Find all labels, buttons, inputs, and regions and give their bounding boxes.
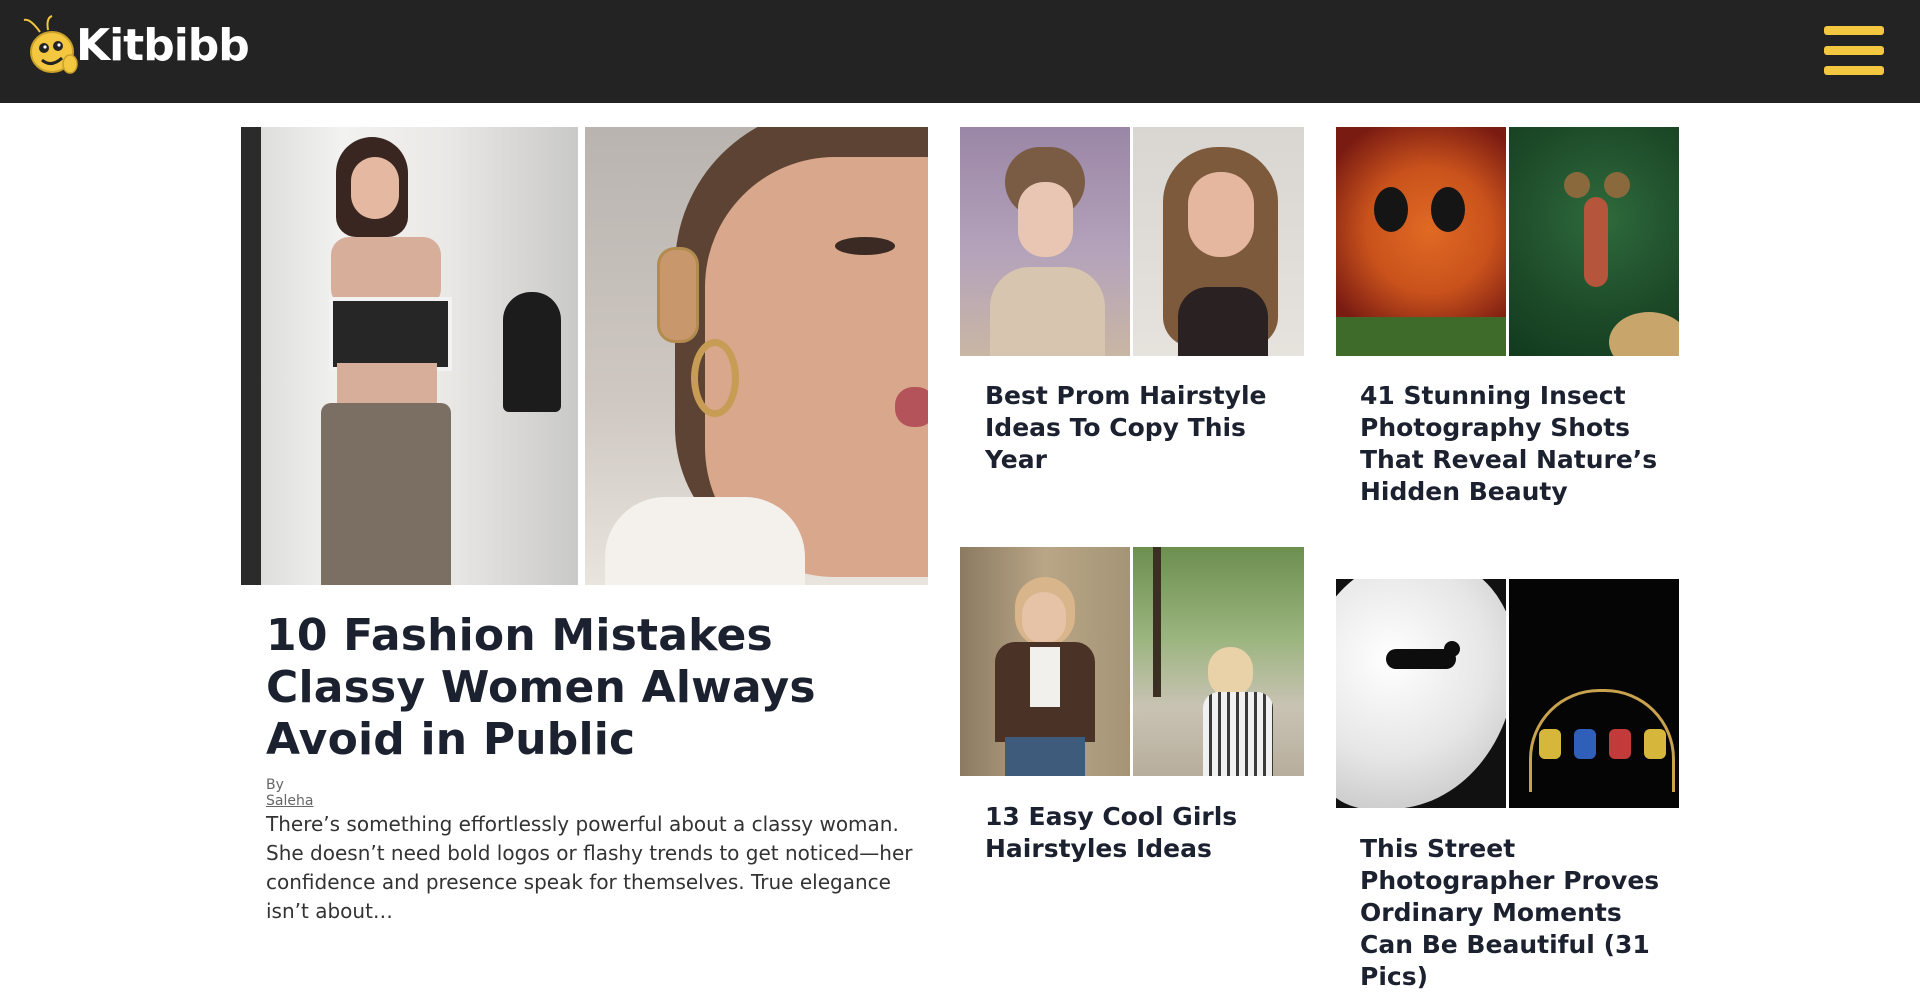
article-image-right	[1509, 579, 1679, 808]
hamburger-menu-icon[interactable]	[1824, 26, 1884, 76]
bee-icon	[22, 14, 80, 78]
featured-byline: By Saleha	[266, 777, 313, 809]
featured-image-right	[585, 127, 928, 585]
featured-excerpt: There’s something effortlessly powerful …	[266, 812, 913, 923]
article-images[interactable]	[960, 127, 1304, 356]
featured-title[interactable]: 10 Fashion Mistakes Classy Women Always …	[266, 610, 896, 766]
article-title[interactable]: This Street Photographer Proves Ordinary…	[1360, 833, 1660, 993]
article-image-left	[1336, 579, 1506, 808]
logo-text: Kitbibb	[76, 20, 250, 71]
article-title[interactable]: Best Prom Hairstyle Ideas To Copy This Y…	[985, 380, 1285, 476]
article-images[interactable]	[1336, 579, 1679, 808]
article-image-left	[1336, 127, 1506, 356]
article-image-right	[1133, 127, 1304, 356]
author-link[interactable]: Saleha	[266, 793, 313, 809]
featured-image-left	[241, 127, 578, 585]
article-images[interactable]	[960, 547, 1304, 776]
site-logo[interactable]: Kitbibb	[22, 14, 250, 78]
article-title[interactable]: 13 Easy Cool Girls Hairstyles Ideas	[985, 801, 1285, 865]
article-image-right	[1509, 127, 1679, 356]
article-image-left	[960, 547, 1130, 776]
by-label: By	[266, 777, 284, 793]
top-bar: Kitbibb	[0, 0, 1920, 103]
article-image-left	[960, 127, 1130, 356]
featured-images[interactable]	[241, 127, 928, 585]
article-title[interactable]: 41 Stunning Insect Photography Shots Tha…	[1360, 380, 1660, 508]
article-image-right	[1133, 547, 1304, 776]
article-images[interactable]	[1336, 127, 1679, 356]
